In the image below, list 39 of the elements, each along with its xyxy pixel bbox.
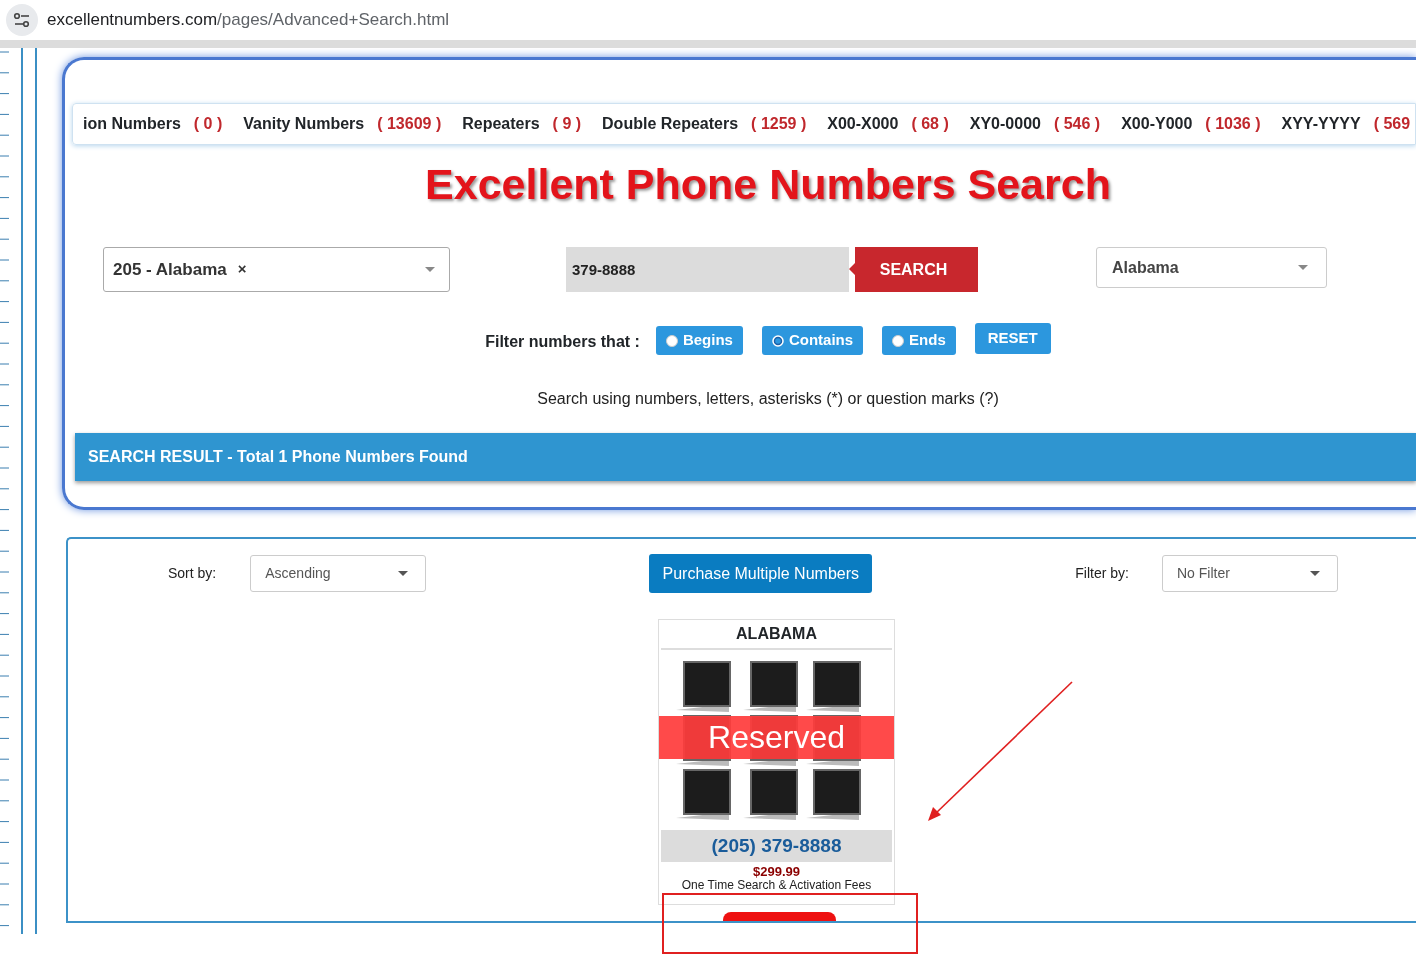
category-count: ( 13609 ) [377,114,442,134]
page-title: Excellent Phone Numbers Search [424,159,1112,209]
category-link[interactable]: XYY-YYYY [1281,112,1361,136]
category-count: ( 1036 ) [1205,114,1261,134]
category-count: ( 9 ) [552,114,582,134]
category-link[interactable]: Double Repeaters [602,112,739,136]
address-bar-url[interactable]: excellentnumbers.com/pages/Advanced+Search.html [47,7,450,33]
sort-select[interactable]: Ascending [250,555,427,592]
category-count: ( 546 ) [1053,114,1101,134]
price: $299.99 [752,865,801,879]
category-count: ( 1259 ) [751,114,807,134]
category-link[interactable]: XY0-0000 [969,112,1041,136]
fee-note: One Time Search & Activation Fees [680,879,873,892]
area-code-select[interactable]: 205 - Alabama × [103,247,450,292]
card-state: ALABAMA [661,620,892,650]
category-link[interactable]: ion Numbers [83,112,181,136]
purchase-multiple-button[interactable]: Purchase Multiple Numbers [649,554,873,593]
search-button[interactable]: SEARCH [849,247,978,292]
category-link[interactable]: Repeaters [462,112,540,136]
category-link[interactable]: X00-Y000 [1121,112,1193,136]
result-summary: SEARCH RESULT - Total 1 Phone Numbers Found [88,447,468,467]
filter-label: Filter by: [1075,564,1129,583]
buy-button[interactable] [723,912,836,921]
category-link[interactable]: Vanity Numbers [243,112,365,136]
site-settings-icon[interactable] [6,4,38,36]
state-select[interactable]: Alabama [1096,247,1327,288]
search-hint: Search using numbers, letters, asterisks (*) or question marks (?) [536,389,1000,409]
search-field[interactable]: 379-8888 [566,247,849,292]
sort-label: Sort by: [168,564,217,583]
category-count: ( 569 [1373,114,1411,134]
clear-icon[interactable]: × [237,258,247,281]
select-value: 205 - Alabama [113,258,227,281]
category-count: ( 68 ) [911,114,949,134]
filter-label: Filter numbers that : [485,331,640,352]
category-link[interactable]: X00-X000 [827,112,899,136]
reserved-banner: Reserved [659,716,894,759]
filter-select[interactable]: No Filter [1161,555,1338,592]
category-count: ( 0 ) [193,114,223,134]
phone-number[interactable]: (205) 379-8888 [661,830,892,862]
